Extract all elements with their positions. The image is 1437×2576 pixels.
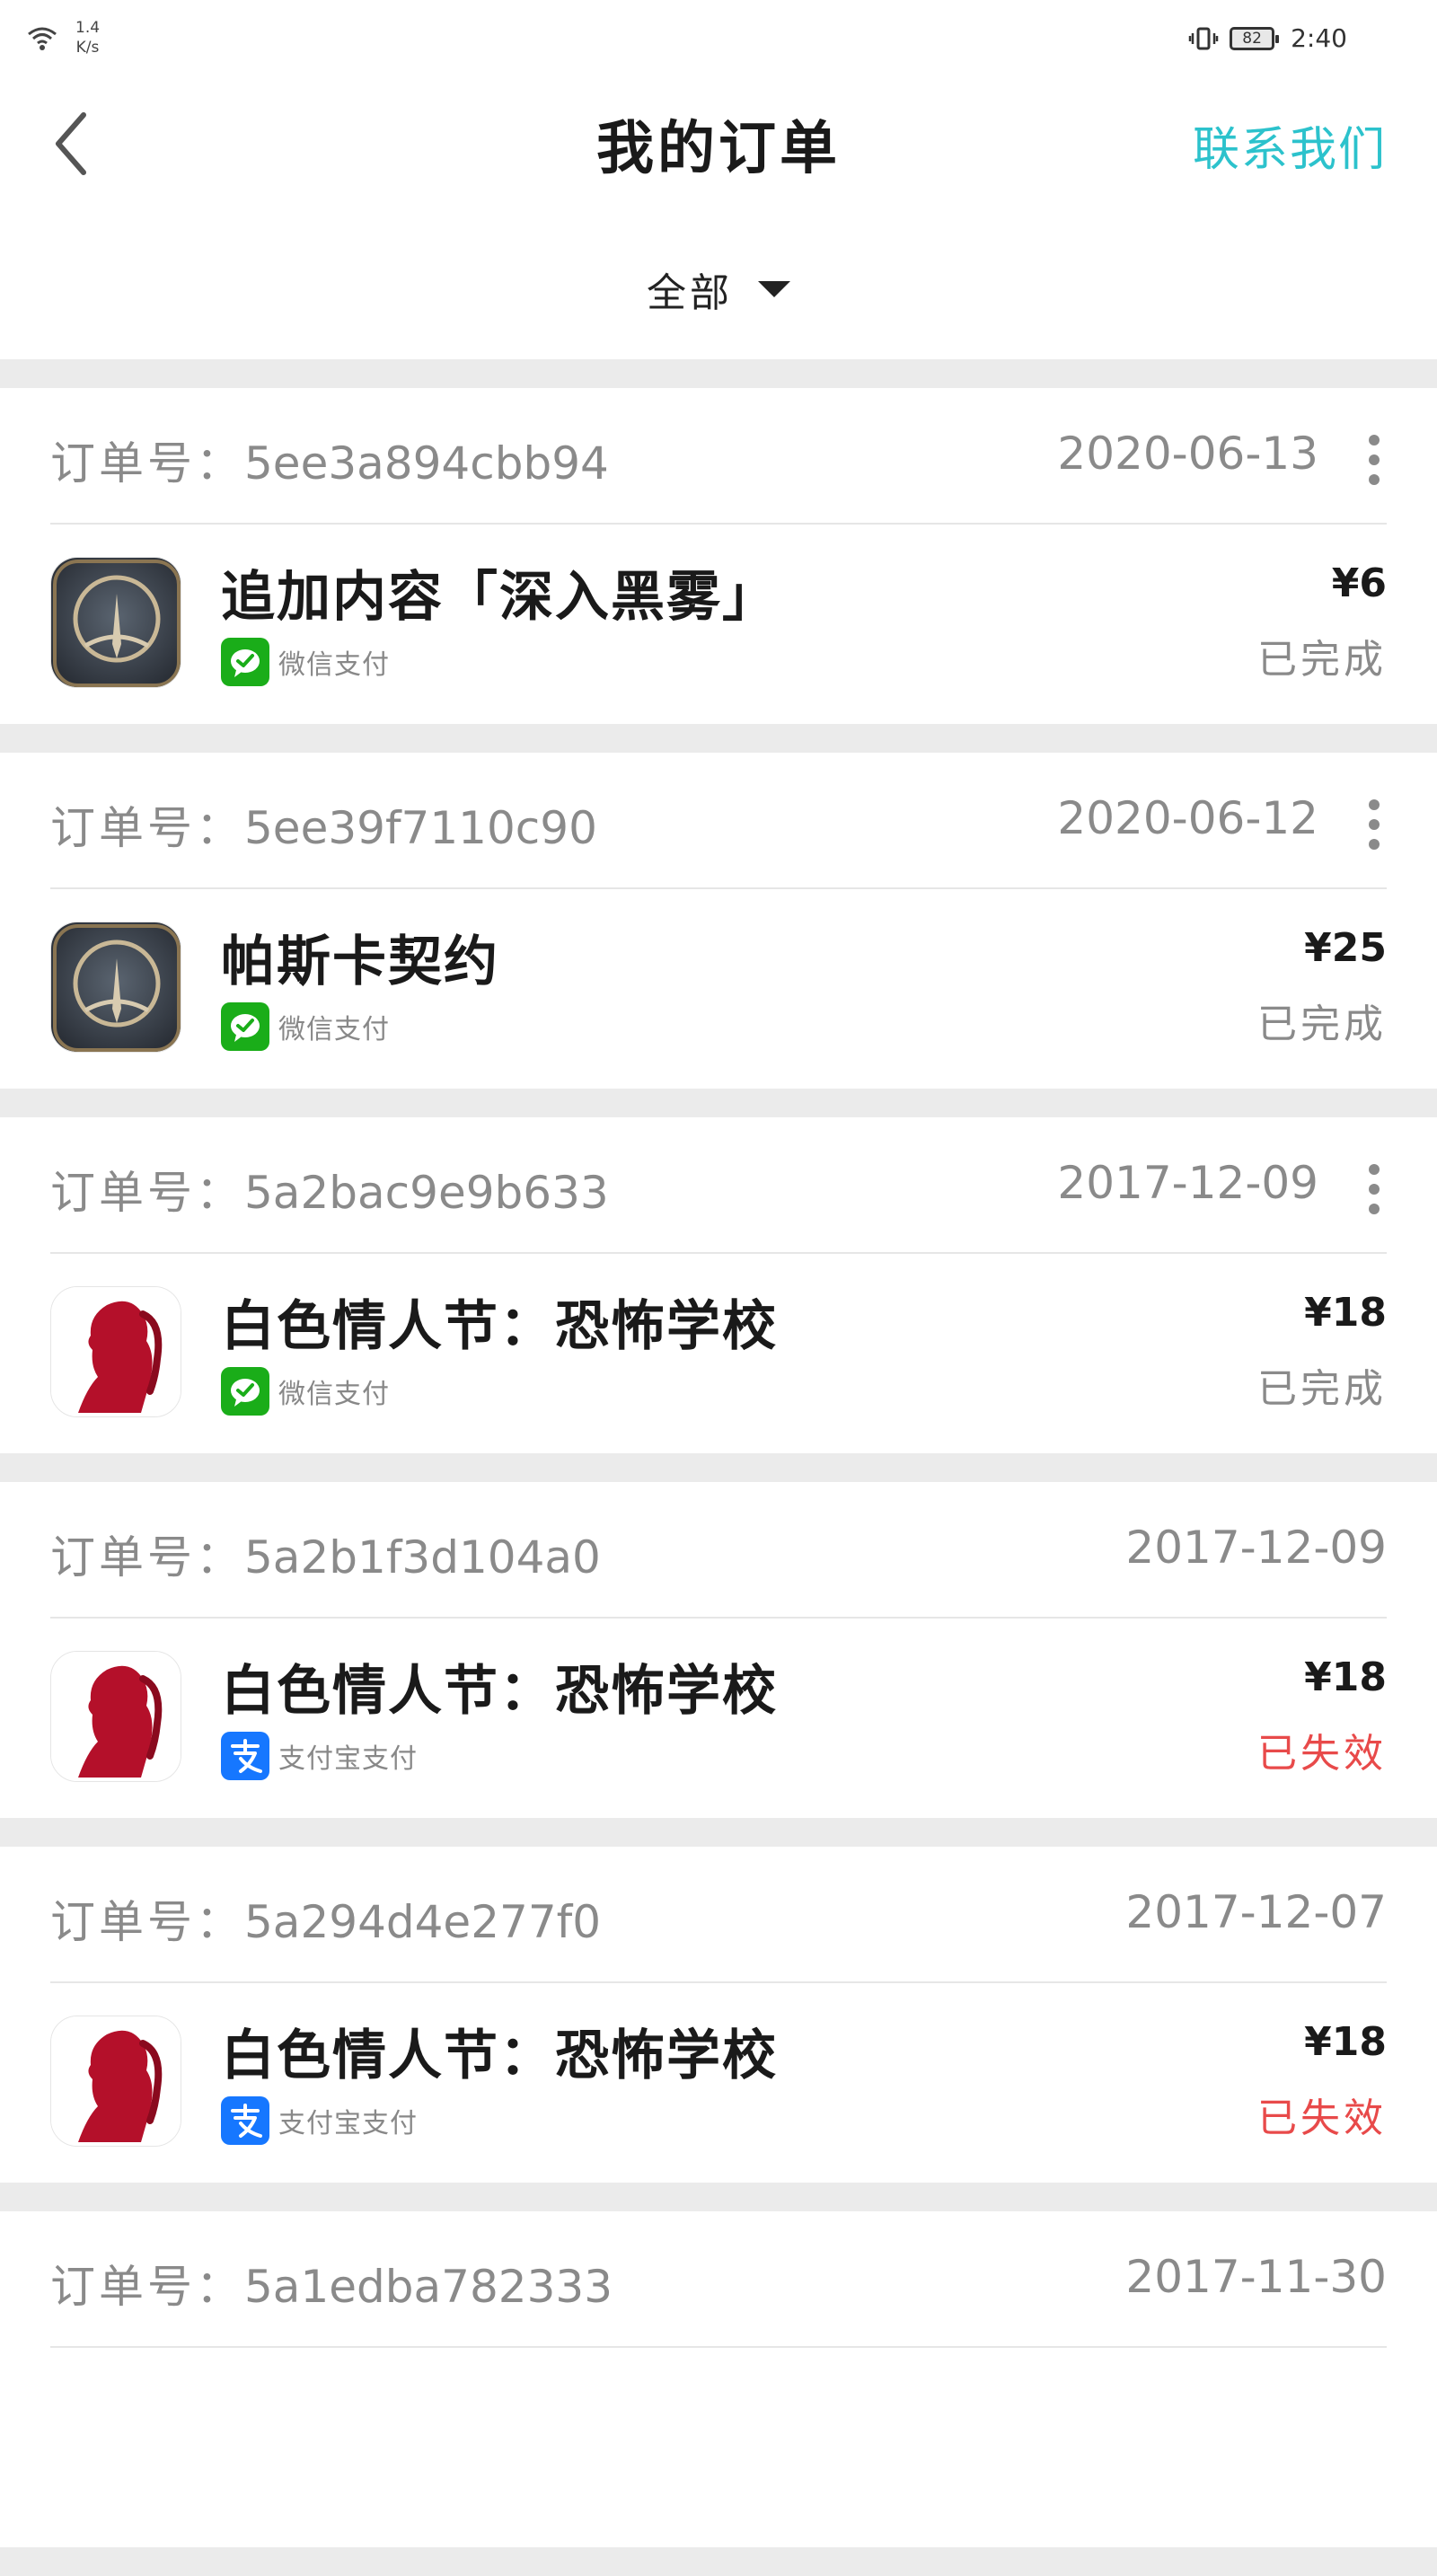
order-date: 2017-12-09 xyxy=(1057,1157,1318,1209)
order-number-label: 订单号： xyxy=(50,437,244,490)
status-bar: 1.4 K/s 82 2:40 xyxy=(0,0,1437,72)
girl-silhouette-icon xyxy=(50,2016,181,2147)
order-number-label: 订单号： xyxy=(50,1167,244,1219)
alipay-icon xyxy=(221,1732,269,1780)
more-vertical-icon[interactable] xyxy=(1369,799,1381,850)
order-date: 2020-06-13 xyxy=(1057,428,1318,480)
product-title: 白色情人节：恐怖学校 xyxy=(221,1295,778,1358)
more-vertical-icon[interactable] xyxy=(1369,1164,1381,1214)
order-header: 订单号：5a2b1f3d104a0 2017-12-09 xyxy=(50,1482,1387,1619)
more-vertical-icon[interactable] xyxy=(1369,435,1381,485)
filter-bar: 全部 xyxy=(0,216,1437,359)
order-number: 订单号：5a2b1f3d104a0 xyxy=(50,1522,601,1586)
order-number-value: 5a1edba782333 xyxy=(244,2261,613,2313)
payment-method-label: 支付宝支付 xyxy=(278,2108,418,2139)
game-emblem-icon xyxy=(50,922,181,1053)
order-price: ¥18 xyxy=(1304,1290,1387,1336)
order-number-value: 5ee39f7110c90 xyxy=(244,802,597,854)
payment-method-label: 微信支付 xyxy=(278,649,390,681)
battery-icon: 82 xyxy=(1230,26,1280,50)
product-title: 白色情人节：恐怖学校 xyxy=(221,1660,778,1723)
order-body: 帕斯卡契约微信支付 ¥25 已完成 xyxy=(50,889,1387,1089)
order-date: 2017-11-30 xyxy=(1125,2251,1387,2303)
order-number-label: 订单号： xyxy=(50,802,244,854)
product-title: 追加内容「深入黑雾」 xyxy=(221,566,778,629)
order-card[interactable]: 订单号：5ee39f7110c90 2020-06-12 帕斯卡契约微信支付 ¥25 已… xyxy=(0,753,1437,1089)
product-title: 白色情人节：恐怖学校 xyxy=(221,2025,778,2087)
order-card[interactable]: 订单号：5ee3a894cbb94 2020-06-13 追加内容「深入黑雾」微信支… xyxy=(0,388,1437,724)
order-status: 已失效 xyxy=(1257,2095,1387,2141)
clock: 2:40 xyxy=(1291,23,1347,53)
status-left: 1.4 K/s xyxy=(25,18,100,57)
wechat-pay-icon xyxy=(221,638,269,686)
order-number: 订单号：5ee3a894cbb94 xyxy=(50,428,609,492)
network-speed-unit: K/s xyxy=(75,39,100,57)
network-speed-value: 1.4 xyxy=(75,19,101,37)
order-list: 订单号：5ee3a894cbb94 2020-06-13 追加内容「深入黑雾」 微信支… xyxy=(0,388,1437,2576)
payment-method-label: 微信支付 xyxy=(278,1014,390,1045)
order-date: 2017-12-07 xyxy=(1125,1886,1387,1938)
order-status: 已完成 xyxy=(1257,637,1387,683)
order-number-label: 订单号： xyxy=(50,1531,244,1584)
order-date: 2020-06-12 xyxy=(1057,792,1318,844)
order-number-value: 5a2bac9e9b633 xyxy=(244,1167,609,1219)
payment-method: 支付宝支付 xyxy=(221,2096,418,2145)
payment-method-label: 微信支付 xyxy=(278,1379,390,1410)
order-card[interactable]: 订单号：5a2b1f3d104a0 2017-12-09 白色情人节：恐怖学校支付宝… xyxy=(0,1482,1437,1818)
order-header: 订单号：5a294d4e277f0 2017-12-07 xyxy=(50,1847,1387,1983)
payment-method: 支付宝支付 xyxy=(221,1732,418,1780)
order-filter-dropdown[interactable]: 全部 xyxy=(647,260,790,318)
status-right: 82 2:40 xyxy=(1188,23,1347,53)
order-card[interactable]: 订单号：5a294d4e277f0 2017-12-07 白色情人节：恐怖学校支付宝… xyxy=(0,1847,1437,2183)
order-header: 订单号：5a1edba782333 2017-11-30 xyxy=(50,2211,1387,2348)
order-body: 追加内容「深入黑雾」微信支付 ¥6 已完成 xyxy=(50,525,1387,724)
girl-silhouette-icon xyxy=(50,1286,181,1417)
nav-bar: 我的订单 联系我们 xyxy=(0,72,1437,216)
order-number: 订单号：5ee39f7110c90 xyxy=(50,792,597,857)
wifi-icon xyxy=(28,27,57,50)
order-header: 订单号：5ee39f7110c90 2020-06-12 xyxy=(50,753,1387,889)
girl-silhouette-icon xyxy=(50,1651,181,1782)
order-status: 已失效 xyxy=(1257,1731,1387,1777)
order-price: ¥6 xyxy=(1331,560,1387,606)
order-number: 订单号：5a1edba782333 xyxy=(50,2251,613,2316)
caret-down-icon xyxy=(758,281,790,297)
order-body: 白色情人节：恐怖学校微信支付 ¥18 已完成 xyxy=(50,1254,1387,1453)
order-number-value: 5a294d4e277f0 xyxy=(244,1896,602,1948)
product-title: 帕斯卡契约 xyxy=(221,931,499,993)
order-number-value: 5ee3a894cbb94 xyxy=(244,437,609,490)
network-speed: 1.4 K/s xyxy=(75,18,100,57)
vibrate-icon xyxy=(1188,27,1219,49)
order-price: ¥25 xyxy=(1304,925,1387,971)
order-header: 订单号：5ee3a894cbb94 2020-06-13 xyxy=(50,388,1387,525)
alipay-icon xyxy=(221,2096,269,2145)
order-body: 白色情人节：恐怖学校支付宝支付 ¥18 已失效 xyxy=(50,1619,1387,1818)
order-number-label: 订单号： xyxy=(50,2261,244,2313)
order-card[interactable]: 订单号：5a2bac9e9b633 2017-12-09 白色情人节：恐怖学校微信支… xyxy=(0,1117,1437,1453)
contact-us-button[interactable]: 联系我们 xyxy=(1193,111,1387,179)
wechat-pay-icon xyxy=(221,1367,269,1416)
wechat-pay-icon xyxy=(221,1002,269,1051)
order-number: 订单号：5a2bac9e9b633 xyxy=(50,1157,609,1222)
payment-method: 微信支付 xyxy=(221,1002,390,1051)
order-number-value: 5a2b1f3d104a0 xyxy=(244,1531,601,1584)
game-emblem-icon xyxy=(50,557,181,688)
payment-method-label: 支付宝支付 xyxy=(278,1743,418,1775)
order-header: 订单号：5a2bac9e9b633 2017-12-09 xyxy=(50,1117,1387,1254)
order-date: 2017-12-09 xyxy=(1125,1522,1387,1574)
order-number-label: 订单号： xyxy=(50,1896,244,1948)
order-number: 订单号：5a294d4e277f0 xyxy=(50,1886,601,1951)
order-body: 白色情人节：恐怖学校支付宝支付 ¥18 已失效 xyxy=(50,1983,1387,2183)
payment-method: 微信支付 xyxy=(221,1367,390,1416)
order-price: ¥18 xyxy=(1304,2019,1387,2065)
payment-method: 微信支付 xyxy=(221,638,390,686)
order-card[interactable]: 订单号：5a1edba782333 2017-11-30 xyxy=(0,2211,1437,2547)
filter-selected-label: 全部 xyxy=(647,270,733,316)
order-status: 已完成 xyxy=(1257,1001,1387,1047)
order-price: ¥18 xyxy=(1304,1654,1387,1700)
order-status: 已完成 xyxy=(1257,1366,1387,1412)
